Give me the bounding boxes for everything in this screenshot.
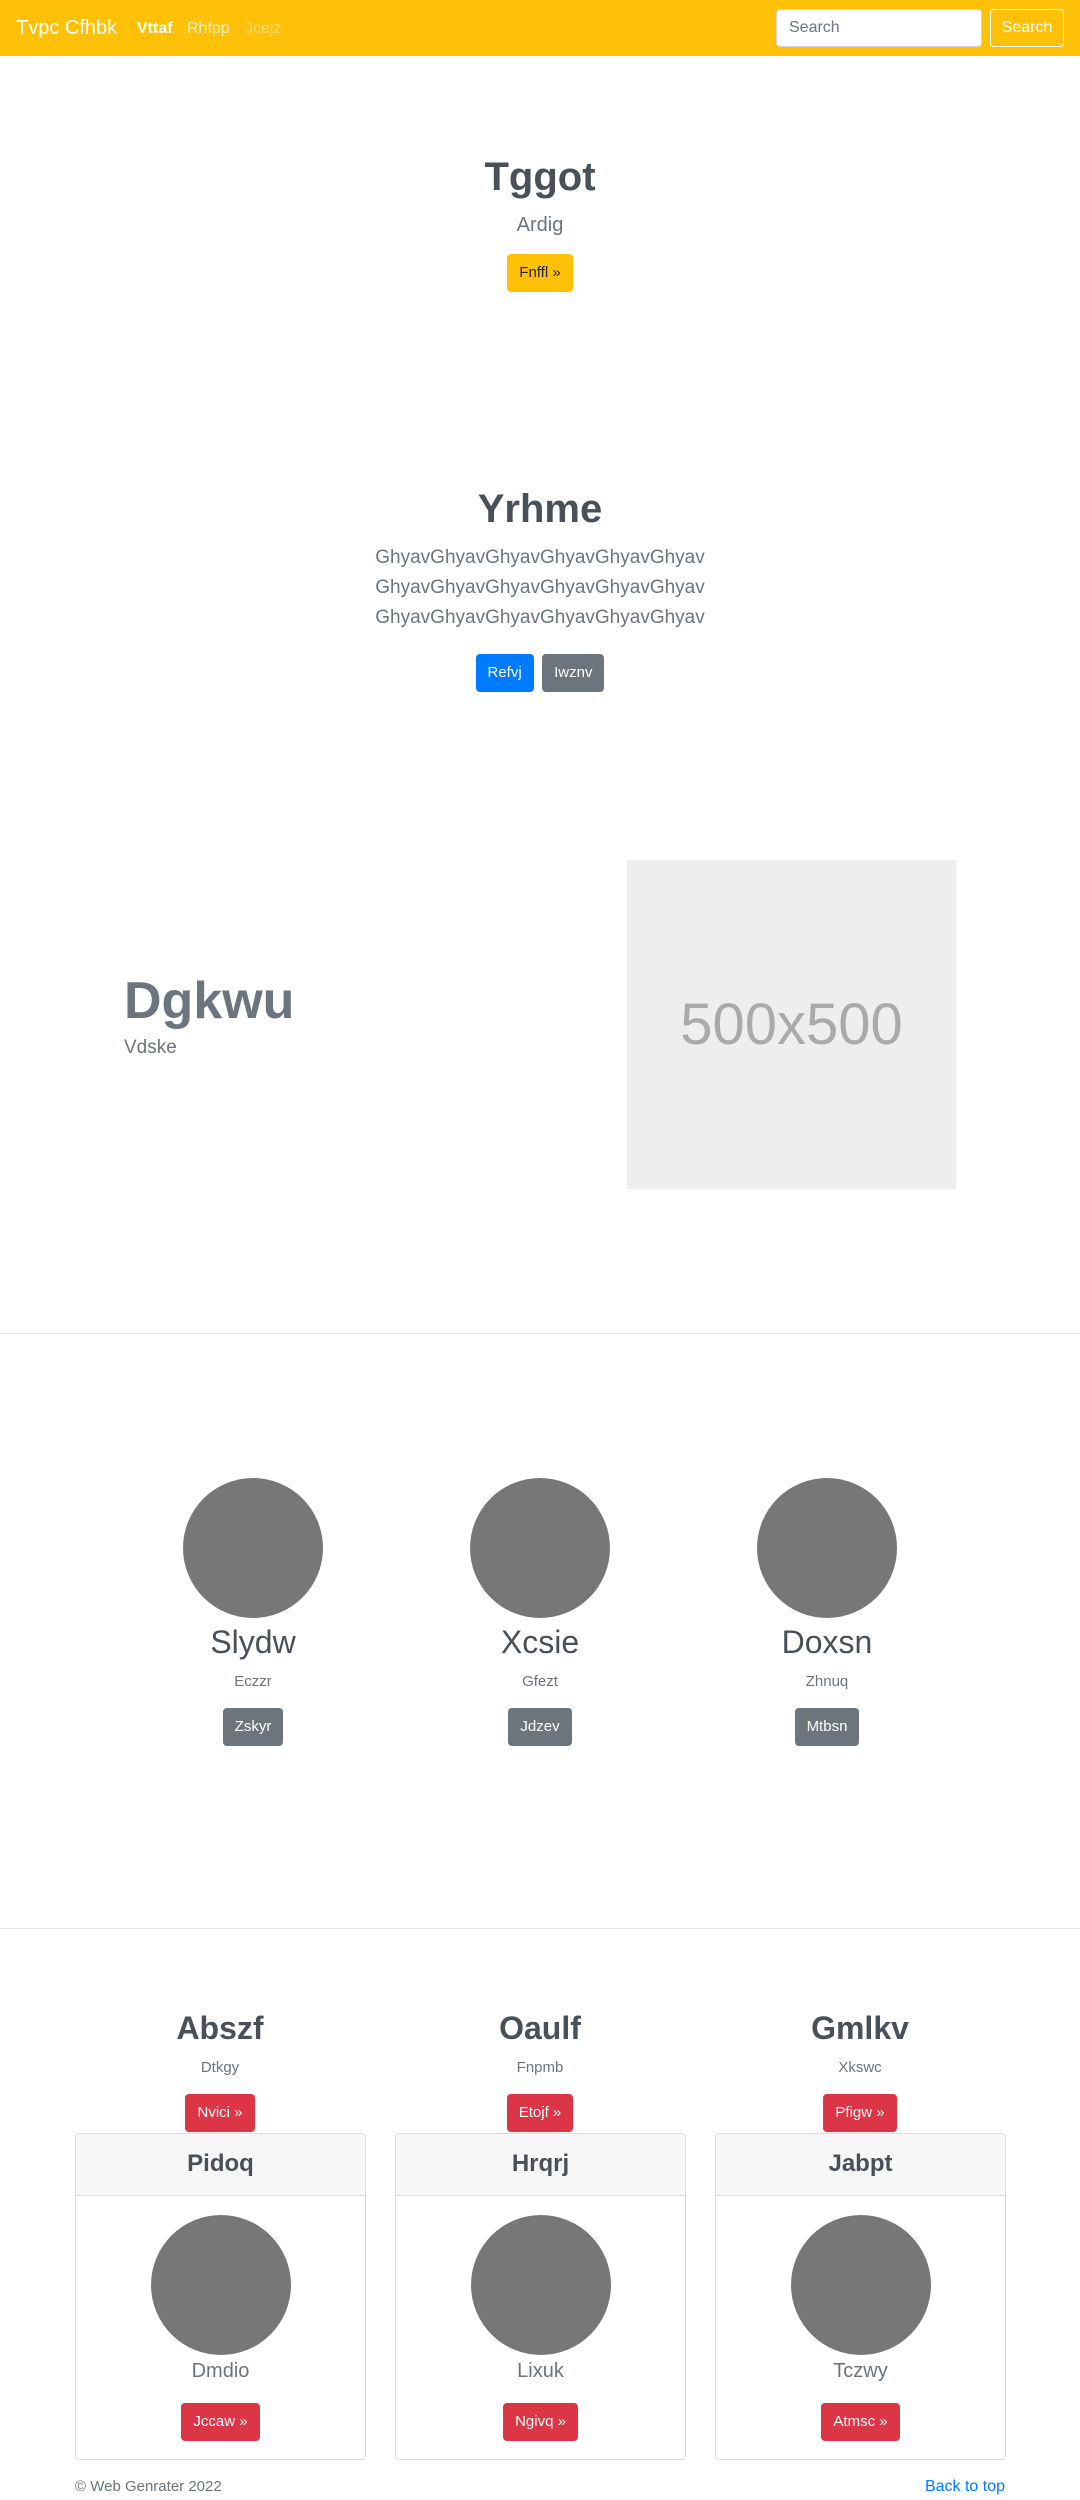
feature-title: Dgkwu — [124, 972, 295, 1030]
card-desc: Dmdio — [191, 2360, 250, 2382]
card-body: Tczwy Atmsc » — [716, 2196, 1005, 2441]
headline-button[interactable]: Nvici » — [185, 2094, 255, 2132]
hero1-button[interactable]: Fnffl » — [507, 254, 573, 292]
circle-name: Xcsie — [500, 1624, 580, 1660]
hero1-actions: Fnffl » — [0, 254, 1080, 292]
avatar-circle — [183, 1478, 323, 1618]
headline-desc: Dtkgy — [200, 2059, 240, 2076]
avatar-circle — [150, 2215, 291, 2355]
hero2-text-line: GhyavGhyavGhyavGhyavGhyavGhyav — [375, 607, 705, 628]
headline-title: Gmlkv — [811, 2010, 909, 2046]
avatar-circle — [757, 1478, 897, 1618]
nav-link-3[interactable]: Jcejz — [245, 18, 281, 40]
circle-name: Slydw — [210, 1624, 296, 1660]
navbar-brand[interactable]: Tvpc Cfhbk — [16, 14, 117, 42]
circle-column: Doxsn Zhnuq Mtbsn — [697, 1478, 957, 1746]
card-button[interactable]: Atmsc » — [821, 2403, 900, 2441]
circle-desc: Gfezt — [522, 1673, 558, 1690]
card: Jabpt Tczwy Atmsc » — [715, 2133, 1006, 2460]
hero2-actions: Refvj Iwznv — [0, 654, 1080, 692]
section-divider — [0, 1333, 1080, 1334]
headline-column: Oaulf Fnpmb Etojf » — [395, 2008, 685, 2132]
card: Pidoq Dmdio Jccaw » — [75, 2133, 366, 2460]
nav-link-2[interactable]: Rhfpp — [187, 18, 230, 40]
circle-desc: Eczzr — [234, 1673, 272, 1690]
card-button[interactable]: Jccaw » — [181, 2403, 260, 2441]
hero2-text: GhyavGhyavGhyavGhyavGhyavGhyav GhyavGhya… — [0, 543, 1080, 633]
feature-subtitle: Vdske — [124, 1037, 177, 1058]
placeholder-image: 500x500 — [627, 860, 956, 1189]
hero1-title: Tggot — [484, 155, 596, 199]
placeholder-image-label: 500x500 — [680, 992, 903, 1057]
hero2-primary-button[interactable]: Refvj — [475, 654, 534, 692]
card: Hrqrj Lixuk Ngivq » — [395, 2133, 686, 2460]
circle-column: Slydw Eczzr Zskyr — [123, 1478, 383, 1746]
section-divider — [0, 1928, 1080, 1929]
navbar: Tvpc Cfhbk Vttaf Rhfpp Jcejz Search — [0, 0, 1080, 56]
circle-column: Xcsie Gfezt Jdzev — [410, 1478, 670, 1746]
nav-link-1[interactable]: Vttaf — [137, 18, 173, 40]
circle-button[interactable]: Mtbsn — [794, 1708, 860, 1746]
circle-button[interactable]: Jdzev — [508, 1708, 572, 1746]
circle-name: Doxsn — [781, 1624, 873, 1660]
card-header: Pidoq — [76, 2134, 365, 2196]
hero2-secondary-button[interactable]: Iwznv — [542, 654, 605, 692]
card-body: Lixuk Ngivq » — [396, 2196, 685, 2441]
headline-desc: Xkswc — [838, 2059, 882, 2076]
hero2-title: Yrhme — [477, 487, 603, 531]
headline-title: Abszf — [176, 2010, 264, 2046]
back-to-top-link[interactable]: Back to top — [925, 2477, 1005, 2497]
headline-desc: Fnpmb — [516, 2059, 564, 2076]
footer-copyright: © Web Genrater 2022 — [75, 2478, 222, 2495]
circle-button[interactable]: Zskyr — [222, 1708, 284, 1746]
headline-button[interactable]: Etojf » — [506, 2094, 574, 2132]
headline-column: Abszf Dtkgy Nvici » — [75, 2008, 365, 2132]
card-body: Dmdio Jccaw » — [76, 2196, 365, 2441]
search-input[interactable] — [776, 9, 982, 47]
card-desc: Tczwy — [833, 2360, 888, 2382]
avatar-circle — [790, 2215, 931, 2355]
card-button[interactable]: Ngivq » — [503, 2403, 578, 2441]
card-header: Jabpt — [716, 2134, 1005, 2196]
circle-desc: Zhnuq — [805, 1673, 849, 1690]
avatar-circle — [470, 1478, 610, 1618]
headline-button[interactable]: Pfigw » — [823, 2094, 897, 2132]
avatar-circle — [470, 2215, 611, 2355]
card-header: Hrqrj — [396, 2134, 685, 2196]
hero2-text-line: GhyavGhyavGhyavGhyavGhyavGhyav — [375, 547, 705, 568]
hero2-text-line: GhyavGhyavGhyavGhyavGhyavGhyav — [375, 577, 705, 598]
headline-title: Oaulf — [499, 2010, 581, 2046]
card-desc: Lixuk — [517, 2360, 564, 2382]
headline-column: Gmlkv Xkswc Pfigw » — [715, 2008, 1005, 2132]
hero1-subtitle: Ardig — [516, 214, 564, 236]
search-button[interactable]: Search — [990, 9, 1064, 47]
